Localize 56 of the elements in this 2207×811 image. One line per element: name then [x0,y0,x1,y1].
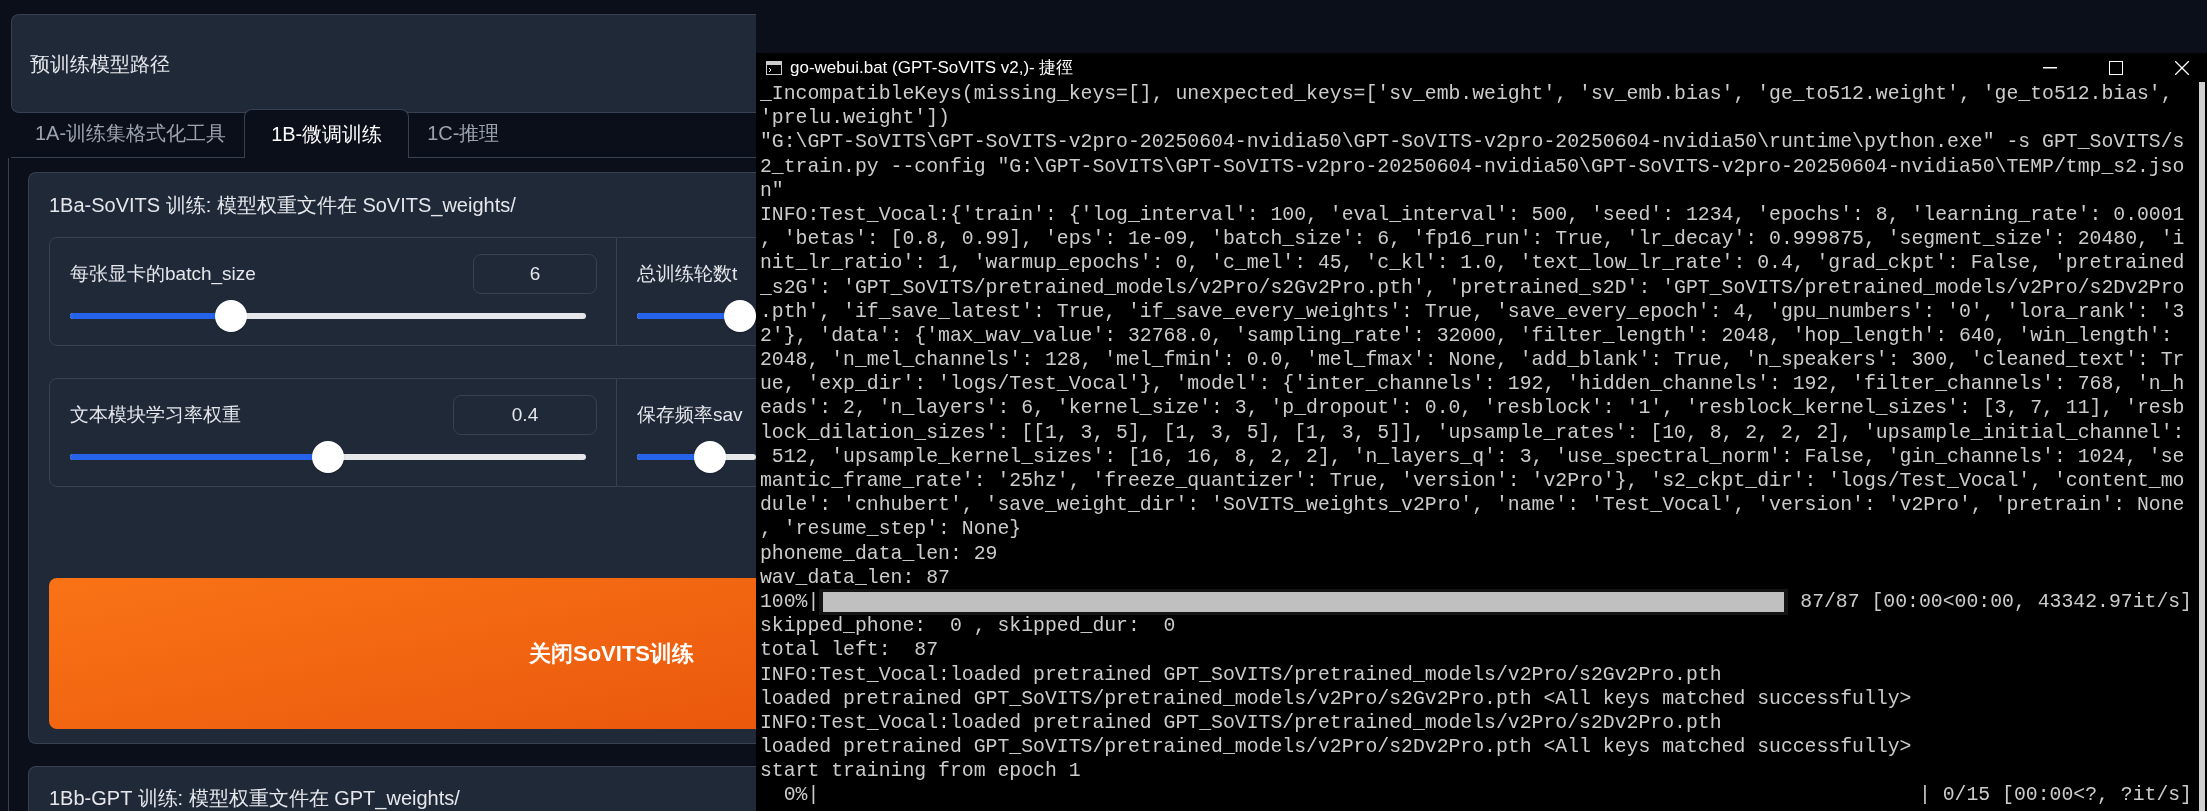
close-icon[interactable] [2175,60,2189,75]
console-line: start training from epoch 1 [760,759,1082,784]
slider-label: 保存频率sav [637,402,743,427]
number-input[interactable]: 0.4 [453,395,597,435]
section-header[interactable]: 预训练模型路径 [11,14,756,113]
slider[interactable] [70,441,586,473]
slider-thumb[interactable] [694,441,727,473]
slider-label: 文本模块学习率权重 [70,402,241,427]
slider[interactable] [637,441,756,473]
console-line: loaded pretrained GPT_SoVITS/pretrained_models/v2Pro/s2Dv2Pro.pth <All keys matched successfully> [760,735,1913,760]
console-line: wav_data_len: 87 [760,565,951,590]
console-text: | 0/15 [00:00<?, ?it/s] [1918,783,2192,808]
scrollbar[interactable] [2199,82,2205,811]
console-line: dule': 'cnhubert', 'save_weight_dir': 'SoVITS_weights_v2Pro', 'name': 'Test_Vocal', 'version': 'v2Pro', 'pretrain': None [760,493,2186,518]
console-text: 87/87 [00:00<00:00, 43342.97it/s] [1799,589,2192,615]
slider[interactable] [70,300,586,332]
console-icon [766,60,782,75]
slider-label: 总训练轮数t [637,261,738,286]
console-line: phoneme_data_len: 29 [760,541,999,566]
console-text: 0%| [782,783,820,808]
number-input[interactable]: 6 [473,254,597,294]
console-line: 2048, 'n_mel_channels': 128, 'mel_fmin': 0.0, 'mel_fmax': None, 'add_blank': True, 'n_speakers': 300, 'cleaned_text': Tr [760,348,2186,373]
console-line: 2_train.py --config "G:\GPT-SoVITS\GPT-SoVITS-v2pro-20250604-nvidia50\GPT-SoVITS-v2pro-20250604-nvidia50\TEMP/tmp_s2.jso [760,154,2186,179]
slider-label: 每张显卡的batch_size [70,261,256,287]
console-line: ue, 'exp_dir': 'logs/Test_Vocal'}, 'model': {'inter_channels': 192, 'hidden_channels': 192, 'filter_channels': 768, 'n_h [760,372,2186,397]
console-line: skipped_phone: 0 , skipped_dur: 0 [760,614,1177,639]
maximize-icon[interactable] [2109,60,2123,75]
console-line: "G:\GPT-SoVITS\GPT-SoVITS-v2pro-20250604-nvidia50\GPT-SoVITS-v2pro-20250604-nvidia50\runtime\python.exe" -s GPT_SoVITS/s [760,130,2186,155]
console-line: , 'betas': [0.8, 0.99], 'eps': 1e-09, 'batch_size': 6, 'fp16_run': True, 'lr_decay': 0.999875, 'segment_size': 20480, 'i [760,227,2186,252]
tab[interactable]: 1B-微调训练 [244,109,410,158]
console-text: 100%| [760,589,820,615]
window-title: go-webui.bat (GPT-SoVITS v2,)- 捷徑 [790,56,1074,79]
console-line: 2'}, 'data': {'max_wav_value': 32768.0, 'sampling_rate': 32000, 'filter_length': 2048, 'hop_length': 640, 'win_length': [760,323,2174,349]
console-line: total left: 87 [760,638,940,663]
console-line: lock_dilation_sizes': [[1, 3, 5], [1, 3, 5], [1, 3, 5]], 'upsample_rates': [10, 8, 2, 2, 2], 'upsample_initial_channel': [760,420,2186,445]
console-line: , 'resume_step': None} [760,517,1023,542]
console-line: _IncompatibleKeys(missing_keys=[], unexpected_keys=['sv_emb.weight', 'sv_emb.bias', 'ge_to512.weight', 'ge_to512.bias', [760,82,2174,107]
section-title: 1Bb-GPT 训练: 模型权重文件在 GPT_weights/ [49,786,460,811]
minimize-icon[interactable] [2043,66,2057,69]
console-line: eads': 2, 'n_layers': 6, 'kernel_size': 3, 'p_dropout': 0.0, 'resblock': '1', 'resblock_kernel_sizes': [3, 7, 11], 'resb [760,396,2186,421]
console-line: .pth', 'if_save_latest': True, 'if_save_every_weights': True, 'save_every_epoch': 4, 'gpu_numbers': '0', 'lora_rank': '3 [760,299,2186,324]
console-line: 512, 'upsample_kernel_sizes': [16, 16, 8, 2, 2], 'n_layers_q': 3, 'use_spectral_norm': False, 'gin_channels': 1024, 'se [770,444,2186,469]
slider-thumb[interactable] [724,300,756,332]
section-title: 1Ba-SoVITS 训练: 模型权重文件在 SoVITS_weights/ [49,193,516,219]
slider-thumb[interactable] [312,441,344,473]
console-line: INFO:Test_Vocal:{'train': {'log_interval': 100, 'eval_interval': 500, 'seed': 1234, 'epochs': 8, 'learning_rate': 0.0001 [760,202,2186,228]
console-line: loaded pretrained GPT_SoVITS/pretrained_models/v2Pro/s2Gv2Pro.pth <All keys matched successfully> [760,686,1913,711]
console-line: 'prelu.weight']) [760,106,951,131]
console-line: _s2G': 'GPT_SoVITS/pretrained_models/v2Pro/s2Gv2Pro.pth', 'pretrained_s2D': 'GPT_SoVITS/pretrained_models/v2Pro/s2Dv2Pro [760,275,2186,300]
console-line: n" [760,178,785,203]
slider-thumb[interactable] [215,300,248,332]
console-line: mantic_frame_rate': '25hz', 'freeze_quantizer': True, 'version': 'v2Pro'}, 's2_ckpt_dir': 'logs/Test_Vocal', 'content_mo [760,469,2186,494]
slider[interactable] [637,300,756,332]
console-line: nit_lr_ratio': 1, 'warmup_epochs': 0, 'c_mel': 45, 'c_kl': 1.0, 'text_low_lr_rate': 0.4, 'grad_ckpt': False, 'pretrained [760,251,2186,276]
console-line: INFO:Test_Vocal:loaded pretrained GPT_SoVITS/pretrained_models/v2Pro/s2Dv2Pro.pth [760,710,1723,736]
console-line: INFO:Test_Vocal:loaded pretrained GPT_SoVITS/pretrained_models/v2Pro/s2Gv2Pro.pth [760,662,1723,687]
